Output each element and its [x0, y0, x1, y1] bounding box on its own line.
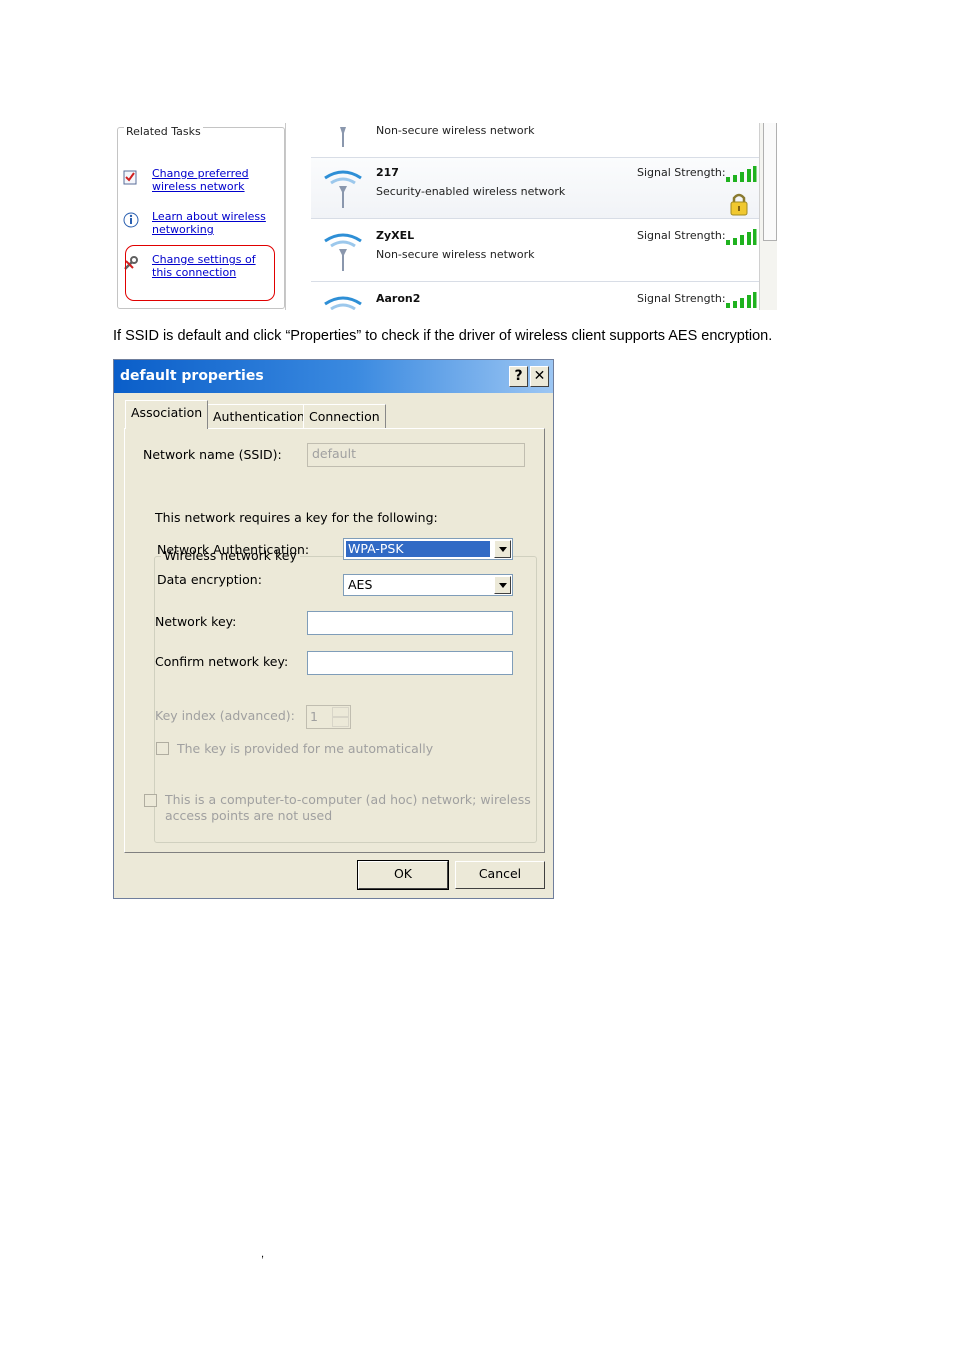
properties-dialog: default properties ? ✕ Association Authe…: [113, 359, 554, 899]
wireless-antenna-icon: [324, 233, 362, 271]
network-row[interactable]: 217 Security-enabled wireless network Si…: [311, 158, 759, 219]
dialog-title: default properties: [120, 368, 264, 384]
related-tasks-title: Related Tasks: [124, 125, 203, 138]
network-row[interactable]: Non-secure wireless network: [311, 123, 759, 158]
wireless-networks-screenshot: Related Tasks Change preferred wireless …: [113, 123, 777, 310]
wireless-antenna-icon: [324, 296, 362, 310]
encryption-label: Data encryption:: [157, 572, 262, 587]
encryption-value: AES: [348, 577, 373, 592]
chevron-down-icon[interactable]: [494, 540, 511, 558]
checklist-icon: [123, 170, 137, 185]
network-name: Aaron2: [376, 292, 421, 305]
instruction-caption: If SSID is default and click “Properties…: [113, 328, 773, 344]
adhoc-checkbox[interactable]: [144, 794, 157, 807]
dialog-title-bar[interactable]: default properties ? ✕: [114, 360, 553, 393]
auto-key-label: The key is provided for me automatically: [177, 741, 434, 756]
highlight-ring: [125, 245, 275, 301]
requires-key-text: This network requires a key for the foll…: [155, 510, 438, 525]
stray-mark: ,: [261, 1248, 265, 1260]
network-name: 217: [376, 166, 399, 179]
signal-bars-icon: [726, 292, 757, 308]
network-description: Non-secure wireless network: [376, 248, 535, 261]
related-tasks-panel: Related Tasks Change preferred wireless …: [113, 123, 285, 310]
chevron-down-icon[interactable]: [494, 576, 511, 594]
tab-connection[interactable]: Connection: [303, 404, 386, 428]
lock-icon: [730, 193, 748, 216]
task-label[interactable]: Change preferred wireless network: [152, 167, 276, 193]
tab-panel: Network name (SSID): default Wireless ne…: [124, 428, 545, 853]
auth-select[interactable]: WPA-PSK: [343, 538, 513, 560]
info-icon: [123, 212, 139, 228]
ssid-label: Network name (SSID):: [143, 447, 282, 462]
chevron-down-icon[interactable]: [332, 717, 349, 727]
auth-label: Network Authentication:: [157, 542, 310, 557]
scrollbar-thumb[interactable]: [763, 123, 777, 241]
close-button[interactable]: ✕: [530, 366, 549, 387]
ssid-field[interactable]: default: [307, 443, 525, 467]
adhoc-label-line1: This is a computer-to-computer (ad hoc) …: [165, 792, 531, 807]
confirm-key-label: Confirm network key:: [155, 654, 289, 669]
wireless-antenna-icon: [324, 170, 362, 208]
task-label[interactable]: Learn about wireless networking: [152, 210, 276, 236]
encryption-select[interactable]: AES: [343, 574, 513, 596]
cancel-button[interactable]: Cancel: [455, 861, 545, 889]
confirm-key-field[interactable]: [307, 651, 513, 675]
signal-strength-label: Signal Strength:: [637, 292, 726, 305]
tab-authentication[interactable]: Authentication: [207, 404, 311, 428]
network-key-label: Network key:: [155, 614, 237, 629]
auth-value: WPA-PSK: [346, 541, 490, 557]
signal-strength-label: Signal Strength:: [637, 166, 726, 179]
help-button[interactable]: ?: [509, 366, 528, 387]
signal-bars-icon: [726, 229, 757, 245]
signal-bars-icon: [726, 166, 757, 182]
signal-strength-label: Signal Strength:: [637, 229, 726, 242]
network-description: Security-enabled wireless network: [376, 185, 566, 198]
auto-key-checkbox[interactable]: [156, 742, 169, 755]
network-row[interactable]: Aaron2 Signal Strength:: [311, 284, 759, 310]
network-list-scrollbar[interactable]: [759, 123, 777, 310]
adhoc-label-line2: access points are not used: [165, 808, 333, 823]
chevron-up-icon[interactable]: [332, 707, 349, 717]
key-index-value: 1: [310, 709, 318, 724]
panel-divider: [285, 123, 313, 310]
network-name: ZyXEL: [376, 229, 415, 242]
network-list: Non-secure wireless network 217 Security…: [311, 123, 759, 310]
wireless-antenna-icon: [340, 127, 346, 147]
network-row[interactable]: ZyXEL Non-secure wireless network Signal…: [311, 221, 759, 282]
network-key-field[interactable]: [307, 611, 513, 635]
tab-association[interactable]: Association: [125, 400, 209, 429]
network-description: Non-secure wireless network: [376, 124, 535, 137]
key-index-label: Key index (advanced):: [155, 708, 295, 723]
ok-button[interactable]: OK: [357, 860, 449, 890]
key-index-stepper[interactable]: 1: [306, 705, 351, 729]
